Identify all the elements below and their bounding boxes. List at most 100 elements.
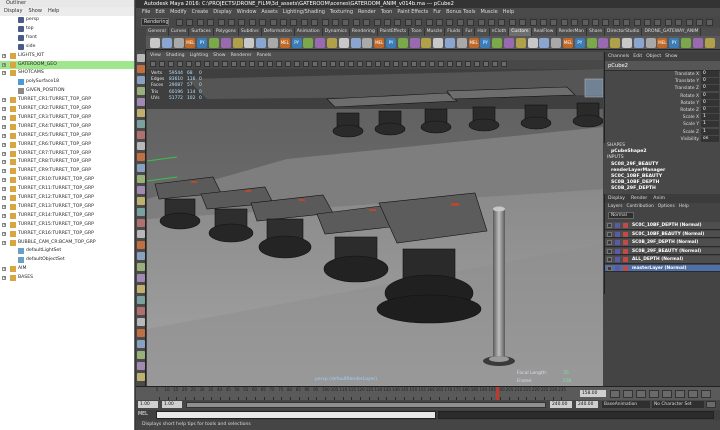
outliner-item[interactable]: + GATEROOM_GEO	[0, 60, 134, 69]
visibility-toggle-icon[interactable]	[607, 231, 612, 237]
tool-icon[interactable]	[137, 120, 145, 128]
attribute-value-field[interactable]: 1	[701, 128, 719, 135]
channel-box-menu-item[interactable]: Object	[646, 54, 661, 59]
viewport-toolbar-icon[interactable]	[258, 61, 264, 67]
merge-icon[interactable]	[209, 38, 219, 48]
status-line-button-icon[interactable]	[352, 19, 360, 26]
status-line-button-icon[interactable]	[560, 19, 568, 26]
range-inner-end-field[interactable]: 240.00	[550, 401, 572, 408]
tool-icon[interactable]	[137, 307, 145, 315]
channel-attribute[interactable]: Translate Z0	[605, 85, 720, 92]
viewport-toolbar-icon[interactable]	[204, 61, 210, 67]
sphere-icon[interactable]	[445, 38, 455, 48]
script-icon[interactable]: MEL	[468, 38, 479, 48]
viewport-toolbar-icon[interactable]	[492, 61, 498, 67]
viewport-toolbar-icon[interactable]	[429, 61, 435, 67]
expand-toggle-icon[interactable]: +	[2, 187, 6, 192]
bevel-icon[interactable]	[704, 38, 715, 48]
viewport-toolbar-icon[interactable]	[393, 61, 399, 67]
viewport-toolbar-icon[interactable]	[402, 61, 408, 67]
outliner-item[interactable]: + TURRET_CR5:TURRET_TOP_GRP	[0, 132, 134, 140]
tool-icon[interactable]	[137, 263, 145, 271]
tool-icon[interactable]	[137, 318, 145, 326]
expand-toggle-icon[interactable]: +	[2, 178, 6, 183]
status-line-button-icon[interactable]	[633, 19, 641, 26]
channel-attribute[interactable]: Rotate Z0	[605, 107, 720, 114]
outliner-menu-item[interactable]: Show	[28, 8, 42, 14]
viewport-toolbar-icon[interactable]	[330, 61, 336, 67]
outliner-item[interactable]: + TURRET_CR10:TURRET_TOP_GRP	[0, 176, 134, 184]
visibility-toggle-icon[interactable]	[607, 248, 612, 254]
status-line-button-icon[interactable]	[363, 19, 371, 26]
shelf-tab[interactable]: Polygons	[214, 28, 239, 36]
status-line-button-icon[interactable]	[415, 19, 423, 26]
merge-icon[interactable]	[586, 38, 597, 48]
script-icon[interactable]: MEL	[185, 38, 196, 48]
bevel-icon[interactable]	[232, 38, 243, 48]
viewport-toolbar-icon[interactable]	[294, 61, 300, 67]
visibility-toggle-icon[interactable]	[607, 257, 612, 262]
go-to-end-icon[interactable]	[701, 390, 711, 398]
polycube-icon[interactable]	[150, 38, 160, 48]
status-line-button-icon[interactable]	[269, 19, 277, 26]
status-line-button-icon[interactable]	[696, 19, 703, 26]
expand-toggle-icon[interactable]: +	[2, 98, 6, 103]
tool-icon[interactable]	[137, 208, 145, 216]
main-menu-item[interactable]: Display	[213, 9, 231, 15]
outliner-item[interactable]: + TURRET_CR6:TURRET_TOP_GRP	[0, 141, 134, 149]
status-line-button-icon[interactable]	[446, 19, 454, 26]
status-line-button-icon[interactable]	[498, 19, 506, 26]
status-line-button-icon[interactable]	[217, 19, 225, 26]
status-line-button-icon[interactable]	[373, 19, 381, 26]
cylinder-icon[interactable]	[362, 38, 373, 48]
attribute-value-field[interactable]: 1	[701, 114, 719, 121]
outliner-item[interactable]: + TURRET_CR11:TURRET_TOP_GRP	[0, 185, 134, 193]
tool-icon[interactable]	[137, 296, 145, 304]
tool-icon[interactable]	[137, 373, 145, 381]
outliner-item[interactable]: persp	[0, 16, 134, 24]
attribute-value-field[interactable]: 0	[701, 85, 719, 92]
viewport-toolbar-icon[interactable]	[483, 61, 489, 67]
polycube-icon[interactable]	[433, 38, 444, 48]
outliner-item[interactable]: + TURRET_CR14:TURRET_TOP_GRP	[0, 212, 134, 220]
render-setup-icon[interactable]	[615, 248, 620, 254]
status-line-button-icon[interactable]	[176, 19, 183, 26]
outliner-item[interactable]: + LIGHTS_KIT	[0, 52, 134, 60]
selected-object-name[interactable]: pCube2	[605, 61, 720, 71]
layer-menu-item[interactable]: Layers	[608, 204, 623, 209]
polycube-icon[interactable]	[244, 38, 255, 48]
outliner-item[interactable]: + TURRET_CR12:TURRET_TOP_GRP	[0, 194, 134, 202]
status-line-button-icon[interactable]	[290, 19, 298, 26]
expand-toggle-icon[interactable]: +	[2, 151, 6, 156]
visibility-toggle-icon[interactable]	[607, 240, 612, 245]
layer-color-icon[interactable]	[623, 240, 628, 245]
step-forward-key-icon[interactable]	[688, 390, 698, 398]
channel-attribute[interactable]: Translate X0	[605, 71, 720, 78]
outliner-item[interactable]: + BASES	[0, 274, 134, 282]
status-line-button-icon[interactable]	[644, 19, 651, 26]
status-line-button-icon[interactable]	[623, 19, 631, 26]
viewport-toolbar-icon[interactable]	[384, 61, 390, 67]
layer-tab[interactable]: Render	[631, 196, 647, 201]
main-menu-item[interactable]: Texturing	[330, 9, 353, 15]
outliner-item[interactable]: + TURRET_CR8:TURRET_TOP_GRP	[0, 158, 134, 166]
viewport-menu-item[interactable]: View	[150, 53, 161, 58]
status-line-button-icon[interactable]	[571, 19, 579, 26]
shelf-tab[interactable]: Animation	[295, 28, 323, 36]
status-line-button-icon[interactable]	[436, 19, 443, 26]
status-line-button-icon[interactable]	[456, 19, 464, 26]
shelf-tab[interactable]: DRONE_GATEWAY_ANIM	[642, 28, 702, 36]
viewport-toolbar-icon[interactable]	[177, 61, 183, 67]
extrude-icon[interactable]	[598, 38, 609, 48]
bevel-icon[interactable]	[515, 38, 526, 48]
expand-toggle-icon[interactable]: +	[2, 160, 6, 165]
expand-toggle-icon[interactable]: +	[2, 133, 6, 138]
command-input[interactable]	[156, 411, 436, 419]
expand-toggle-icon[interactable]: +	[2, 169, 6, 174]
tool-icon[interactable]	[137, 219, 145, 227]
sphere-icon[interactable]	[350, 38, 361, 48]
viewport-toolbar-icon[interactable]	[357, 61, 363, 67]
attribute-value-field[interactable]: 1	[701, 121, 719, 128]
shelf-tab[interactable]: Custom	[509, 28, 532, 36]
tool-icon[interactable]	[137, 142, 145, 150]
